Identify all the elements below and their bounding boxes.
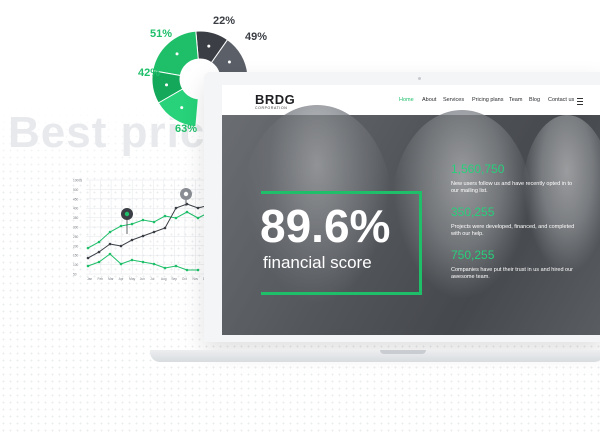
x-tick-label: Apr xyxy=(119,277,125,281)
line-chart-point xyxy=(108,242,112,246)
nav-pricing-plans[interactable]: Pricing plans xyxy=(472,97,504,103)
x-tick-label: Nov xyxy=(192,277,198,281)
line-chart-point xyxy=(86,246,90,250)
financial-score-label: financial score xyxy=(263,253,372,272)
stat-value-projects: 350,255 xyxy=(451,205,495,219)
line-chart-point xyxy=(163,266,167,270)
stat-value-users: 1,560,750 xyxy=(451,162,505,176)
line-chart-point xyxy=(130,258,134,262)
nav-home[interactable]: Home xyxy=(399,97,414,103)
y-tick-label: 1000$ xyxy=(73,179,82,183)
hamburger-menu-icon[interactable] xyxy=(577,98,583,105)
y-tick-label: 50 xyxy=(73,273,77,277)
stat-text-users: New users follow us and have recently op… xyxy=(451,181,573,194)
site-logo[interactable]: BRDG xyxy=(255,92,295,107)
site-navbar: BRDG CORPORATION Home About Services Pri… xyxy=(222,85,600,115)
x-tick-label: Oct xyxy=(182,277,187,281)
line-chart-point xyxy=(163,214,167,218)
y-tick-label: 500 xyxy=(73,188,79,192)
line-chart-x-ticks: JanFebMarAprMayJunJulAugSepOctNovDec xyxy=(87,277,209,281)
site-logo-subtitle: CORPORATION xyxy=(255,106,288,110)
x-tick-label: Jul xyxy=(150,277,154,281)
x-tick-label: May xyxy=(129,277,135,281)
line-chart-point xyxy=(130,222,134,226)
donut-label-42: 42% xyxy=(138,67,161,79)
donut-label-51: 51% xyxy=(150,28,173,40)
nav-about[interactable]: About xyxy=(422,97,436,103)
line-chart-point xyxy=(141,218,145,222)
line-chart-point xyxy=(108,230,112,234)
donut-segment-dot-4 xyxy=(180,106,184,110)
line-chart-point xyxy=(174,206,178,210)
stat-value-companies: 750,255 xyxy=(451,248,495,262)
website-screen: BRDG CORPORATION Home About Services Pri… xyxy=(222,85,600,335)
donut-segment-dot-1 xyxy=(227,60,231,64)
line-chart-point xyxy=(185,268,189,272)
line-chart-point xyxy=(174,216,178,220)
line-chart-point xyxy=(196,206,200,210)
x-tick-label: Jan xyxy=(87,277,92,281)
line-chart-point xyxy=(97,240,101,244)
x-tick-label: Sep xyxy=(171,277,177,281)
x-tick-label: Aug xyxy=(161,277,167,281)
donut-segment-dot-2 xyxy=(175,52,179,56)
line-chart-point xyxy=(152,230,156,234)
marker-pin-green xyxy=(121,208,133,234)
laptop-camera xyxy=(418,77,421,80)
line-chart-point xyxy=(97,260,101,264)
line-chart-point xyxy=(141,260,145,264)
line-chart-point xyxy=(174,264,178,268)
line-chart-point xyxy=(185,210,189,214)
line-chart-point xyxy=(86,264,90,268)
hero-section: 89.6% financial score 1,560,750 New user… xyxy=(222,105,600,335)
marker-pin-dark xyxy=(180,188,192,206)
laptop-notch xyxy=(380,350,426,354)
laptop-base xyxy=(150,350,600,362)
nav-blog[interactable]: Blog xyxy=(529,97,540,103)
nav-contact-us[interactable]: Contact us xyxy=(548,97,574,103)
donut-segment-dot-3 xyxy=(165,83,169,87)
x-tick-label: Mar xyxy=(108,277,114,281)
y-tick-label: 400 xyxy=(73,207,79,211)
y-tick-label: 350 xyxy=(73,216,79,220)
line-chart-point xyxy=(130,238,134,242)
y-tick-label: 100 xyxy=(73,263,79,267)
line-chart-point xyxy=(196,268,200,272)
nav-team[interactable]: Team xyxy=(509,97,522,103)
y-tick-label: 450 xyxy=(73,197,79,201)
donut-label-22: 22% xyxy=(213,15,236,27)
line-chart-point xyxy=(163,226,167,230)
y-tick-label: 150 xyxy=(73,254,79,258)
line-chart-point xyxy=(86,256,90,260)
y-tick-label: 300 xyxy=(73,226,79,230)
stat-text-projects: Projects were developed, financed, and c… xyxy=(451,224,575,237)
line-chart: 1000$ 500 450 400 350 300 250 200 150 100 50 Jan Fe… xyxy=(73,179,209,282)
line-chart-point xyxy=(108,252,112,256)
donut-segment-dot-0 xyxy=(207,44,211,48)
financial-score-value: 89.6% xyxy=(260,200,391,252)
line-chart-point xyxy=(152,262,156,266)
y-tick-label: 250 xyxy=(73,235,79,239)
line-chart-point xyxy=(196,216,200,220)
line-chart-y-ticks: 1000$ 500 450 400 350 300 250 200 150 100 50 xyxy=(73,179,82,277)
line-chart-point xyxy=(97,250,101,254)
series-line-dark xyxy=(87,203,207,259)
line-chart-point xyxy=(141,234,145,238)
x-tick-label: Feb xyxy=(98,277,104,281)
x-tick-label: Jun xyxy=(140,277,145,281)
line-chart-point xyxy=(119,262,123,266)
y-tick-label: 200 xyxy=(73,244,79,248)
nav-services[interactable]: Services xyxy=(443,97,464,103)
stat-text-companies: Companies have put their trust in us and… xyxy=(451,267,573,280)
line-chart-point xyxy=(152,220,156,224)
line-chart-point xyxy=(119,244,123,248)
donut-label-63: 63% xyxy=(175,123,198,135)
line-chart-point xyxy=(119,224,123,228)
donut-label-49: 49% xyxy=(245,31,268,43)
